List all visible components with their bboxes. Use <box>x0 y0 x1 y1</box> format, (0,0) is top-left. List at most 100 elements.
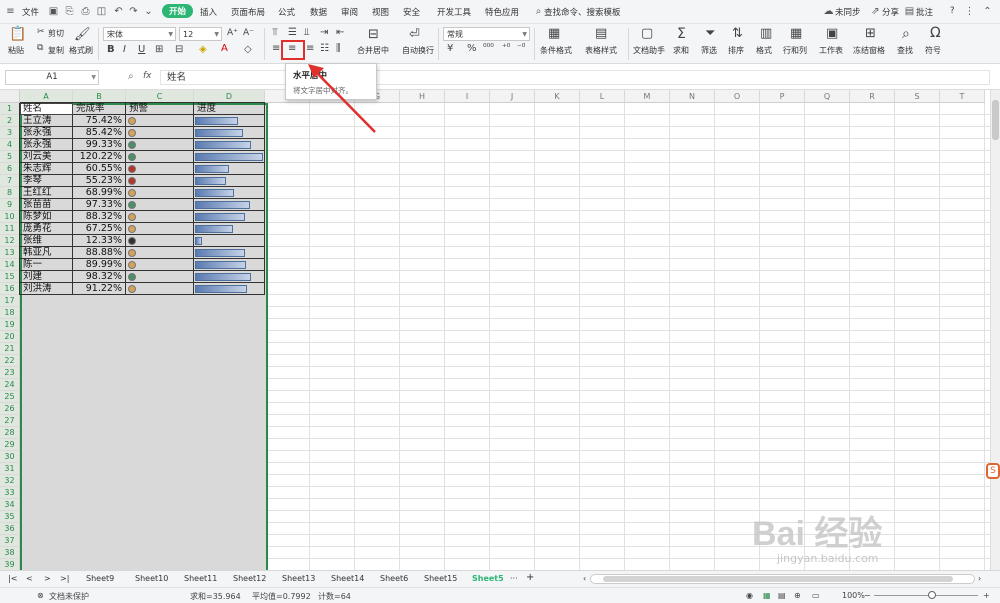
merge-center-icon[interactable]: ⊟ <box>368 28 379 41</box>
side-helper-icon[interactable]: S <box>986 463 1000 479</box>
sheet-tab-sheet11[interactable]: Sheet11 <box>184 574 217 583</box>
cell-rate[interactable]: 67.25% <box>74 223 124 235</box>
merge-icon[interactable]: ⊟ <box>175 45 183 55</box>
freeze-button[interactable]: 冻结窗格 <box>853 45 885 56</box>
row-header-24[interactable]: 24 <box>0 379 20 391</box>
cut-icon[interactable]: ✂ <box>37 28 45 37</box>
font-name-select[interactable]: 宋体 ▼ <box>103 27 176 41</box>
zoom-level[interactable]: 100% <box>842 591 865 600</box>
table-style-icon[interactable]: ▤ <box>595 27 607 40</box>
sum-icon[interactable]: Σ <box>677 27 686 41</box>
format-button[interactable]: 格式 <box>756 45 772 56</box>
tab-developer[interactable]: 开发工具 <box>437 6 471 18</box>
row-header-21[interactable]: 21 <box>0 343 20 355</box>
copy-button[interactable]: 复制 <box>48 45 64 56</box>
row-header-39[interactable]: 39 <box>0 559 20 570</box>
row-header-23[interactable]: 23 <box>0 367 20 379</box>
cell-name[interactable]: 王立涛 <box>21 115 71 127</box>
column-header-p[interactable]: P <box>760 90 805 103</box>
copy-icon[interactable]: ⧉ <box>37 44 43 53</box>
row-header-14[interactable]: 14 <box>0 259 20 271</box>
row-header-12[interactable]: 12 <box>0 235 20 247</box>
row-header-2[interactable]: 2 <box>0 115 20 127</box>
row-header-33[interactable]: 33 <box>0 487 20 499</box>
find-button[interactable]: 查找 <box>897 45 913 56</box>
row-header-4[interactable]: 4 <box>0 139 20 151</box>
print-icon[interactable]: ⎙ <box>80 6 91 17</box>
header-progress[interactable]: 进度 <box>195 103 263 115</box>
cell-name[interactable]: 张维 <box>21 235 71 247</box>
increase-font-icon[interactable]: A⁺ <box>227 29 238 38</box>
header-rate[interactable]: 完成率 <box>74 103 124 115</box>
bold-icon[interactable]: B <box>107 45 115 55</box>
command-search[interactable]: 查找命令、搜索模板 <box>544 6 621 18</box>
print-preview-icon[interactable]: ◫ <box>96 6 107 17</box>
filter-button[interactable]: 筛选 <box>701 45 717 56</box>
font-color-icon[interactable]: A <box>221 44 228 54</box>
cell-rate[interactable]: 91.22% <box>74 283 124 295</box>
align-center-icon[interactable]: ≡ <box>288 44 296 54</box>
column-header-n[interactable]: N <box>670 90 715 103</box>
font-size-select[interactable]: 12 ▼ <box>179 27 222 41</box>
fx-icon[interactable]: fx <box>143 71 152 81</box>
cell-name[interactable]: 刘云美 <box>21 151 71 163</box>
zoom-out-icon[interactable]: − <box>864 591 871 600</box>
first-sheet-icon[interactable]: |< <box>8 574 17 583</box>
column-header-t[interactable]: T <box>940 90 985 103</box>
tab-data[interactable]: 数据 <box>310 6 327 18</box>
comment-button[interactable]: 批注 <box>916 6 933 18</box>
column-header-r[interactable]: R <box>850 90 895 103</box>
tab-special[interactable]: 特色应用 <box>485 6 519 18</box>
row-header-31[interactable]: 31 <box>0 463 20 475</box>
cell-rate[interactable]: 88.32% <box>74 211 124 223</box>
freeze-icon[interactable]: ⊞ <box>865 27 876 40</box>
filter-icon[interactable]: ⏷ <box>705 27 715 40</box>
format-icon[interactable]: ▥ <box>760 27 772 40</box>
align-top-icon[interactable]: ⫪ <box>272 28 278 38</box>
more-icon[interactable]: ⋮ <box>964 6 975 17</box>
row-header-11[interactable]: 11 <box>0 223 20 235</box>
column-header-l[interactable]: L <box>580 90 625 103</box>
scrollbar-thumb[interactable] <box>992 100 999 140</box>
cell-rate[interactable]: 85.42% <box>74 127 124 139</box>
menu-icon[interactable]: ≡ <box>5 6 16 17</box>
sync-status[interactable]: 未同步 <box>835 6 861 18</box>
cell-rate[interactable]: 60.55% <box>74 163 124 175</box>
row-header-25[interactable]: 25 <box>0 391 20 403</box>
select-all-corner[interactable] <box>0 90 20 103</box>
sheet-tab-sheet9[interactable]: Sheet9 <box>86 574 114 583</box>
format-painter-icon[interactable]: 🖌 <box>74 28 91 41</box>
prev-sheet-icon[interactable]: < <box>26 574 33 583</box>
scroll-left-icon[interactable]: ‹ <box>583 574 586 583</box>
row-header-1[interactable]: 1 <box>0 103 20 115</box>
tab-review[interactable]: 审阅 <box>341 6 358 18</box>
cell-rate[interactable]: 68.99% <box>74 187 124 199</box>
thousands-icon[interactable]: ⁰⁰⁰ <box>483 44 494 53</box>
vertical-scrollbar[interactable] <box>990 90 1000 570</box>
cell-name[interactable]: 陈一 <box>21 259 71 271</box>
cell-rate[interactable]: 88.88% <box>74 247 124 259</box>
tab-page-layout[interactable]: 页面布局 <box>231 6 265 18</box>
row-header-17[interactable]: 17 <box>0 295 20 307</box>
row-header-16[interactable]: 16 <box>0 283 20 295</box>
more-sheets-icon[interactable]: ··· <box>510 574 518 583</box>
row-header-32[interactable]: 32 <box>0 475 20 487</box>
doc-assistant-icon[interactable]: ▢ <box>641 27 653 40</box>
row-header-38[interactable]: 38 <box>0 547 20 559</box>
row-header-29[interactable]: 29 <box>0 439 20 451</box>
doc-assistant-button[interactable]: 文档助手 <box>633 45 665 56</box>
zoom-slider-handle[interactable] <box>928 591 936 599</box>
symbol-icon[interactable]: Ω <box>930 26 941 40</box>
column-header-j[interactable]: J <box>490 90 535 103</box>
page-break-view-icon[interactable]: ▤ <box>778 591 786 600</box>
sum-button[interactable]: 求和 <box>673 45 689 56</box>
paste-icon[interactable]: 📋 <box>9 27 26 41</box>
decrease-decimal-icon[interactable]: ⁻⁰ <box>517 44 525 53</box>
percent-icon[interactable]: % <box>467 44 477 54</box>
sheet-tab-sheet13[interactable]: Sheet13 <box>282 574 315 583</box>
column-header-h[interactable]: H <box>400 90 445 103</box>
column-header-k[interactable]: K <box>535 90 580 103</box>
cond-format-button[interactable]: 条件格式 <box>540 45 572 56</box>
share-button[interactable]: 分享 <box>882 6 899 18</box>
row-header-20[interactable]: 20 <box>0 331 20 343</box>
